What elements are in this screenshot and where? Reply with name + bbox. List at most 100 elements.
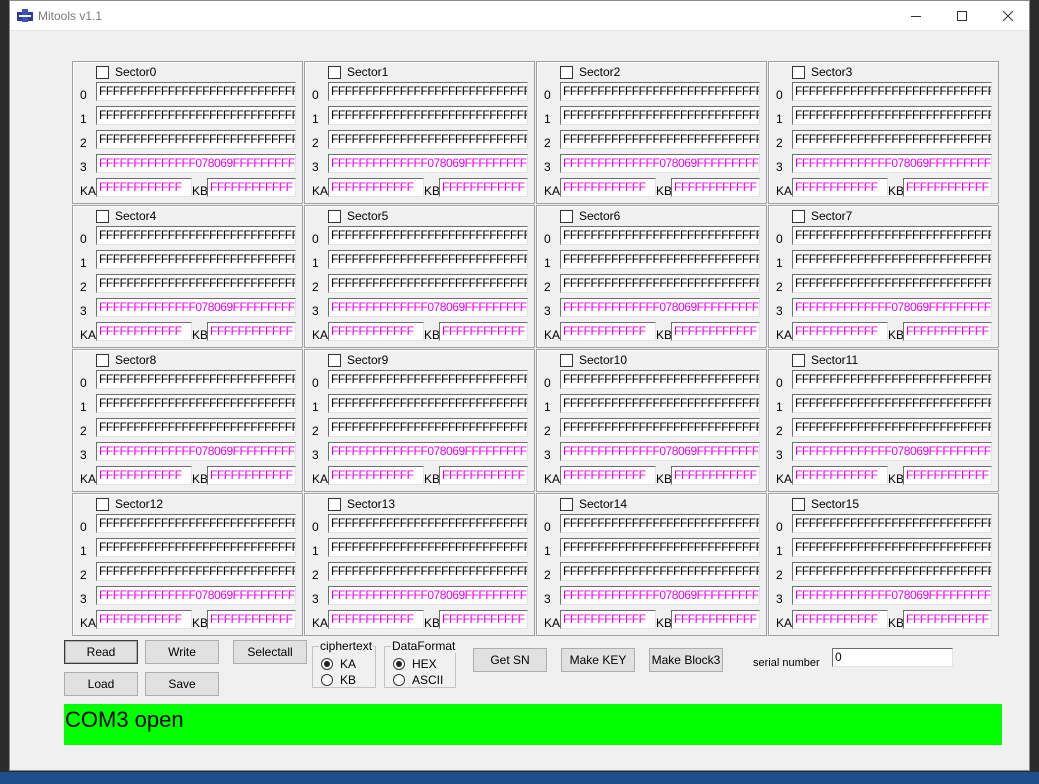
key-a-field[interactable]: FFFFFFFFFFFF (792, 178, 888, 197)
sector-checkbox[interactable]: Sector1 (328, 65, 388, 79)
block-3-field[interactable]: FFFFFFFFFFFFFF078069FFFFFFFFFFFF (96, 442, 296, 461)
key-b-field[interactable]: FFFFFFFFFFFF (439, 322, 528, 341)
block-0-field[interactable]: FFFFFFFFFFFFFFFFFFFFFFFFFFFFFFFF (328, 82, 528, 101)
key-b-field[interactable]: FFFFFFFFFFFF (207, 178, 296, 197)
sector-checkbox[interactable]: Sector7 (792, 209, 852, 223)
sector-checkbox[interactable]: Sector0 (96, 65, 156, 79)
key-a-field[interactable]: FFFFFFFFFFFF (560, 322, 656, 341)
block-3-field[interactable]: FFFFFFFFFFFFFF078069FFFFFFFFFFFF (560, 154, 760, 173)
key-a-field[interactable]: FFFFFFFFFFFF (96, 322, 192, 341)
block-3-field[interactable]: FFFFFFFFFFFFFF078069FFFFFFFFFFFF (328, 586, 528, 605)
read-button[interactable]: Read (64, 640, 138, 664)
block-1-field[interactable]: FFFFFFFFFFFFFFFFFFFFFFFFFFFFFFFF (560, 538, 760, 557)
sector-checkbox[interactable]: Sector15 (792, 497, 859, 511)
close-button[interactable] (985, 1, 1031, 31)
sector-checkbox[interactable]: Sector13 (328, 497, 395, 511)
block-2-field[interactable]: FFFFFFFFFFFFFFFFFFFFFFFFFFFFFFFF (96, 130, 296, 149)
block-2-field[interactable]: FFFFFFFFFFFFFFFFFFFFFFFFFFFFFFFF (328, 130, 528, 149)
block-0-field[interactable]: FFFFFFFFFFFFFFFFFFFFFFFFFFFFFFFF (328, 514, 528, 533)
block-0-field[interactable]: FFFFFFFFFFFFFFFFFFFFFFFFFFFFFFFF (560, 370, 760, 389)
key-a-field[interactable]: FFFFFFFFFFFF (328, 610, 424, 629)
save-button[interactable]: Save (145, 672, 219, 696)
ciphertext-kb-radio[interactable]: KB (321, 673, 356, 687)
block-2-field[interactable]: FFFFFFFFFFFFFFFFFFFFFFFFFFFFFFFF (328, 562, 528, 581)
block-1-field[interactable]: FFFFFFFFFFFFFFFFFFFFFFFFFFFFFFFF (792, 538, 992, 557)
block-0-field[interactable]: FFFFFFFFFFFFFFFFFFFFFFFFFFFFFFFF (328, 226, 528, 245)
block-1-field[interactable]: FFFFFFFFFFFFFFFFFFFFFFFFFFFFFFFF (560, 250, 760, 269)
block-3-field[interactable]: FFFFFFFFFFFFFF078069FFFFFFFFFFFF (560, 586, 760, 605)
key-b-field[interactable]: FFFFFFFFFFFF (903, 466, 992, 485)
make-key-button[interactable]: Make KEY (561, 648, 635, 672)
key-a-field[interactable]: FFFFFFFFFFFF (792, 322, 888, 341)
minimize-button[interactable] (893, 1, 939, 31)
block-2-field[interactable]: FFFFFFFFFFFFFFFFFFFFFFFFFFFFFFFF (328, 274, 528, 293)
key-a-field[interactable]: FFFFFFFFFFFF (96, 178, 192, 197)
key-a-field[interactable]: FFFFFFFFFFFF (560, 610, 656, 629)
block-1-field[interactable]: FFFFFFFFFFFFFFFFFFFFFFFFFFFFFFFF (96, 538, 296, 557)
block-0-field[interactable]: FFFFFFFFFFFFFFFFFFFFFFFFFFFFFFFF (560, 226, 760, 245)
block-1-field[interactable]: FFFFFFFFFFFFFFFFFFFFFFFFFFFFFFFF (792, 250, 992, 269)
block-3-field[interactable]: FFFFFFFFFFFFFF078069FFFFFFFFFFFF (792, 154, 992, 173)
block-1-field[interactable]: FFFFFFFFFFFFFFFFFFFFFFFFFFFFFFFF (96, 394, 296, 413)
block-1-field[interactable]: FFFFFFFFFFFFFFFFFFFFFFFFFFFFFFFF (328, 250, 528, 269)
sector-checkbox[interactable]: Sector2 (560, 65, 620, 79)
block-1-field[interactable]: FFFFFFFFFFFFFFFFFFFFFFFFFFFFFFFF (328, 538, 528, 557)
block-3-field[interactable]: FFFFFFFFFFFFFF078069FFFFFFFFFFFF (792, 298, 992, 317)
sector-checkbox[interactable]: Sector11 (792, 353, 858, 367)
key-b-field[interactable]: FFFFFFFFFFFF (439, 178, 528, 197)
sector-checkbox[interactable]: Sector3 (792, 65, 852, 79)
block-0-field[interactable]: FFFFFFFFFFFFFFFFFFFFFFFFFFFFFFFF (96, 226, 296, 245)
block-1-field[interactable]: FFFFFFFFFFFFFFFFFFFFFFFFFFFFFFFF (96, 250, 296, 269)
ciphertext-ka-radio[interactable]: KA (321, 657, 356, 671)
title-bar[interactable]: Mitools v1.1 (10, 1, 1029, 31)
block-0-field[interactable]: FFFFFFFFFFFFFFFFFFFFFFFFFFFFFFFF (792, 514, 992, 533)
key-b-field[interactable]: FFFFFFFFFFFF (903, 322, 992, 341)
block-2-field[interactable]: FFFFFFFFFFFFFFFFFFFFFFFFFFFFFFFF (328, 418, 528, 437)
key-a-field[interactable]: FFFFFFFFFFFF (560, 466, 656, 485)
key-b-field[interactable]: FFFFFFFFFFFF (903, 178, 992, 197)
block-0-field[interactable]: FFFFFFFFFFFFFFFFFFFFFFFFFFFFFFFF (792, 82, 992, 101)
key-b-field[interactable]: FFFFFFFFFFFF (207, 322, 296, 341)
block-3-field[interactable]: FFFFFFFFFFFFFF078069FFFFFFFFFFFF (560, 298, 760, 317)
key-b-field[interactable]: FFFFFFFFFFFF (903, 610, 992, 629)
key-a-field[interactable]: FFFFFFFFFFFF (96, 610, 192, 629)
block-0-field[interactable]: FFFFFFFFFFFFFFFFFFFFFFFFFFFFFFFF (96, 82, 296, 101)
block-2-field[interactable]: FFFFFFFFFFFFFFFFFFFFFFFFFFFFFFFF (560, 274, 760, 293)
sector-checkbox[interactable]: Sector8 (96, 353, 156, 367)
block-0-field[interactable]: FFFFFFFFFFFFFFFFFFFFFFFFFFFFFFFF (560, 82, 760, 101)
key-a-field[interactable]: FFFFFFFFFFFF (560, 178, 656, 197)
block-1-field[interactable]: FFFFFFFFFFFFFFFFFFFFFFFFFFFFFFFF (96, 106, 296, 125)
key-a-field[interactable]: FFFFFFFFFFFF (328, 466, 424, 485)
sector-checkbox[interactable]: Sector10 (560, 353, 627, 367)
sector-checkbox[interactable]: Sector9 (328, 353, 388, 367)
block-3-field[interactable]: FFFFFFFFFFFFFF078069FFFFFFFFFFFF (96, 154, 296, 173)
block-1-field[interactable]: FFFFFFFFFFFFFFFFFFFFFFFFFFFFFFFF (328, 106, 528, 125)
key-a-field[interactable]: FFFFFFFFFFFF (96, 466, 192, 485)
block-0-field[interactable]: FFFFFFFFFFFFFFFFFFFFFFFFFFFFFFFF (560, 514, 760, 533)
key-b-field[interactable]: FFFFFFFFFFFF (439, 610, 528, 629)
block-2-field[interactable]: FFFFFFFFFFFFFFFFFFFFFFFFFFFFFFFF (560, 130, 760, 149)
key-b-field[interactable]: FFFFFFFFFFFF (671, 610, 760, 629)
serial-number-field[interactable]: 0 (832, 648, 953, 667)
block-3-field[interactable]: FFFFFFFFFFFFFF078069FFFFFFFFFFFF (560, 442, 760, 461)
block-2-field[interactable]: FFFFFFFFFFFFFFFFFFFFFFFFFFFFFFFF (792, 418, 992, 437)
make-block3-button[interactable]: Make Block3 (649, 648, 723, 672)
maximize-button[interactable] (939, 1, 985, 31)
block-3-field[interactable]: FFFFFFFFFFFFFF078069FFFFFFFFFFFF (792, 586, 992, 605)
load-button[interactable]: Load (64, 672, 138, 696)
block-2-field[interactable]: FFFFFFFFFFFFFFFFFFFFFFFFFFFFFFFF (96, 562, 296, 581)
sector-checkbox[interactable]: Sector5 (328, 209, 388, 223)
write-button[interactable]: Write (145, 640, 219, 664)
block-0-field[interactable]: FFFFFFFFFFFFFFFFFFFFFFFFFFFFFFFF (96, 370, 296, 389)
block-2-field[interactable]: FFFFFFFFFFFFFFFFFFFFFFFFFFFFFFFF (560, 562, 760, 581)
block-0-field[interactable]: FFFFFFFFFFFFFFFFFFFFFFFFFFFFFFFF (792, 226, 992, 245)
dataformat-hex-radio[interactable]: HEX (393, 657, 437, 671)
get-sn-button[interactable]: Get SN (473, 648, 547, 672)
sector-checkbox[interactable]: Sector4 (96, 209, 156, 223)
block-3-field[interactable]: FFFFFFFFFFFFFF078069FFFFFFFFFFFF (96, 298, 296, 317)
block-3-field[interactable]: FFFFFFFFFFFFFF078069FFFFFFFFFFFF (328, 154, 528, 173)
key-b-field[interactable]: FFFFFFFFFFFF (439, 466, 528, 485)
block-1-field[interactable]: FFFFFFFFFFFFFFFFFFFFFFFFFFFFFFFF (792, 106, 992, 125)
key-a-field[interactable]: FFFFFFFFFFFF (328, 322, 424, 341)
key-a-field[interactable]: FFFFFFFFFFFF (792, 466, 888, 485)
